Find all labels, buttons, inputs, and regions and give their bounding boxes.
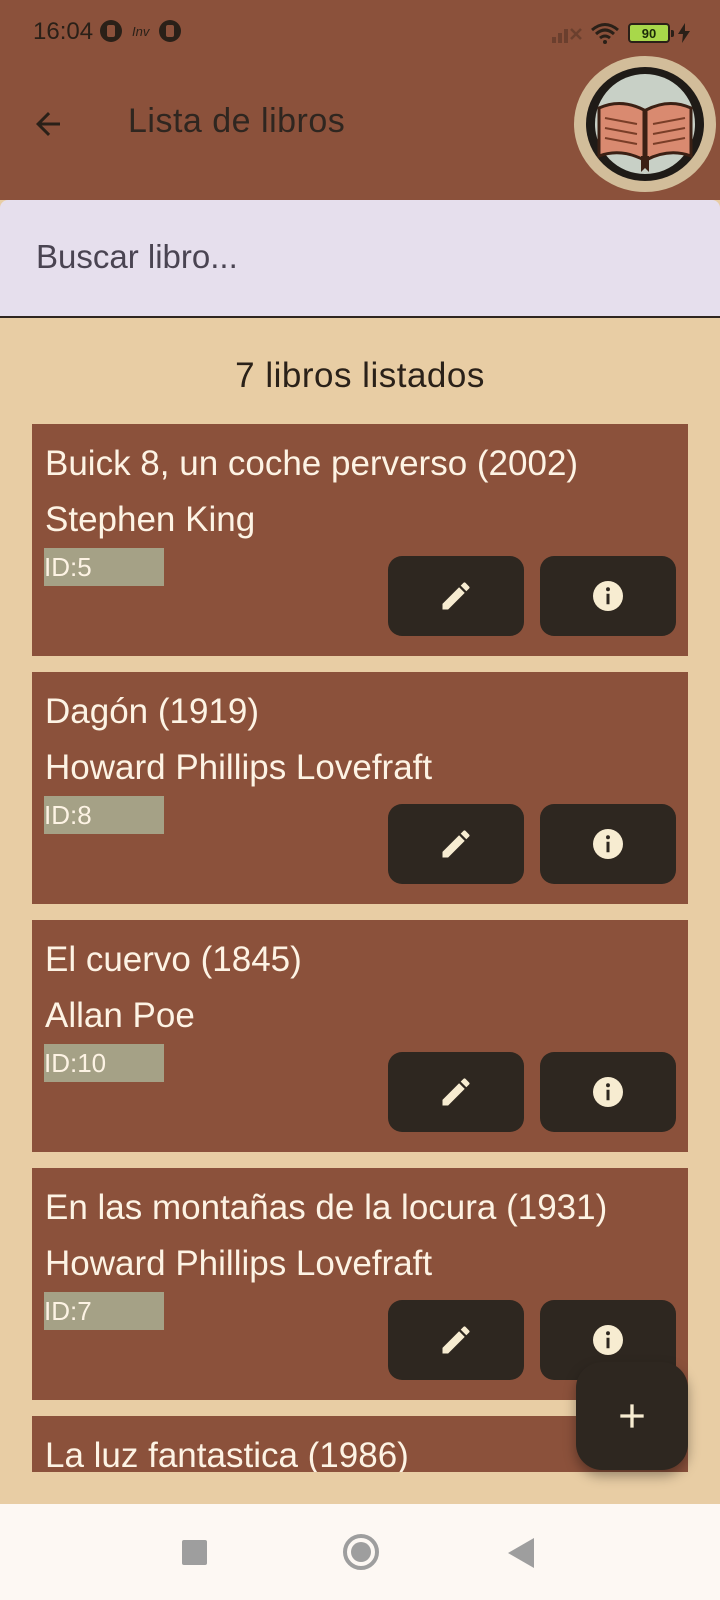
add-book-button[interactable] (576, 1362, 688, 1470)
page-title: Lista de libros (128, 102, 346, 140)
plus-icon (620, 1404, 644, 1428)
search-bar (0, 200, 720, 318)
search-input[interactable] (34, 234, 678, 280)
charging-icon (678, 23, 690, 43)
info-icon (593, 829, 623, 859)
battery-icon: 90 (628, 23, 674, 43)
status-time: 16:04 (33, 18, 94, 45)
pencil-icon (442, 582, 470, 610)
book-card: Dagón (1919) Howard Phillips Lovefraft I… (32, 672, 688, 904)
info-button[interactable] (540, 556, 676, 636)
status-notification-icons: Inv (100, 20, 182, 42)
book-author: Howard Phillips Lovefraft (45, 748, 433, 787)
pencil-icon (442, 830, 470, 858)
arrow-left-icon (36, 112, 60, 136)
pencil-icon (442, 1078, 470, 1106)
edit-button[interactable] (388, 556, 524, 636)
book-count: 7 libros listados (235, 356, 485, 395)
notification-icon (100, 20, 122, 42)
pencil-icon (442, 1326, 470, 1354)
info-icon (593, 581, 623, 611)
book-title: La luz fantastica (1986) (45, 1436, 409, 1472)
back-button[interactable] (24, 100, 72, 148)
book-title: En las montañas de la locura (1931) (45, 1188, 608, 1227)
book-card: El cuervo (1845) Allan Poe ID:10 (32, 920, 688, 1152)
book-title: Dagón (1919) (45, 692, 260, 731)
book-author: Stephen King (45, 500, 256, 539)
book-title: El cuervo (1845) (45, 940, 302, 979)
wifi-icon (591, 23, 619, 44)
app-logo (574, 56, 716, 192)
book-card: Buick 8, un coche perverso (2002) Stephe… (32, 424, 688, 656)
info-button[interactable] (540, 804, 676, 884)
app-bar: 16:04 Inv 90 Lista de libros (0, 0, 720, 200)
info-icon (593, 1325, 623, 1355)
status-system-icons: 90 (552, 22, 690, 44)
book-id-badge: ID:7 (44, 1292, 164, 1330)
signal-icon (552, 28, 582, 43)
notification-icon (159, 20, 182, 42)
info-button[interactable] (540, 1052, 676, 1132)
screen: 16:04 Inv 90 Lista de libros Buscar libr… (0, 0, 720, 1600)
system-back-icon[interactable] (508, 1538, 534, 1568)
open-book-icon (595, 74, 695, 174)
book-author: Allan Poe (45, 996, 195, 1035)
system-nav-bar (0, 1504, 720, 1600)
book-list: Buick 8, un coche perverso (2002) Stephe… (32, 424, 688, 1472)
edit-button[interactable] (388, 1052, 524, 1132)
edit-button[interactable] (388, 1300, 524, 1380)
info-icon (593, 1077, 623, 1107)
book-id-badge: ID:10 (44, 1044, 164, 1082)
home-icon[interactable] (343, 1534, 379, 1570)
book-author: Howard Phillips Lovefraft (45, 1244, 433, 1283)
recents-icon[interactable] (182, 1540, 207, 1565)
book-id-badge: ID:5 (44, 548, 164, 586)
book-title: Buick 8, un coche perverso (2002) (45, 444, 579, 483)
edit-button[interactable] (388, 804, 524, 884)
book-id-badge: ID:8 (44, 796, 164, 834)
notification-label: Inv (132, 23, 150, 39)
